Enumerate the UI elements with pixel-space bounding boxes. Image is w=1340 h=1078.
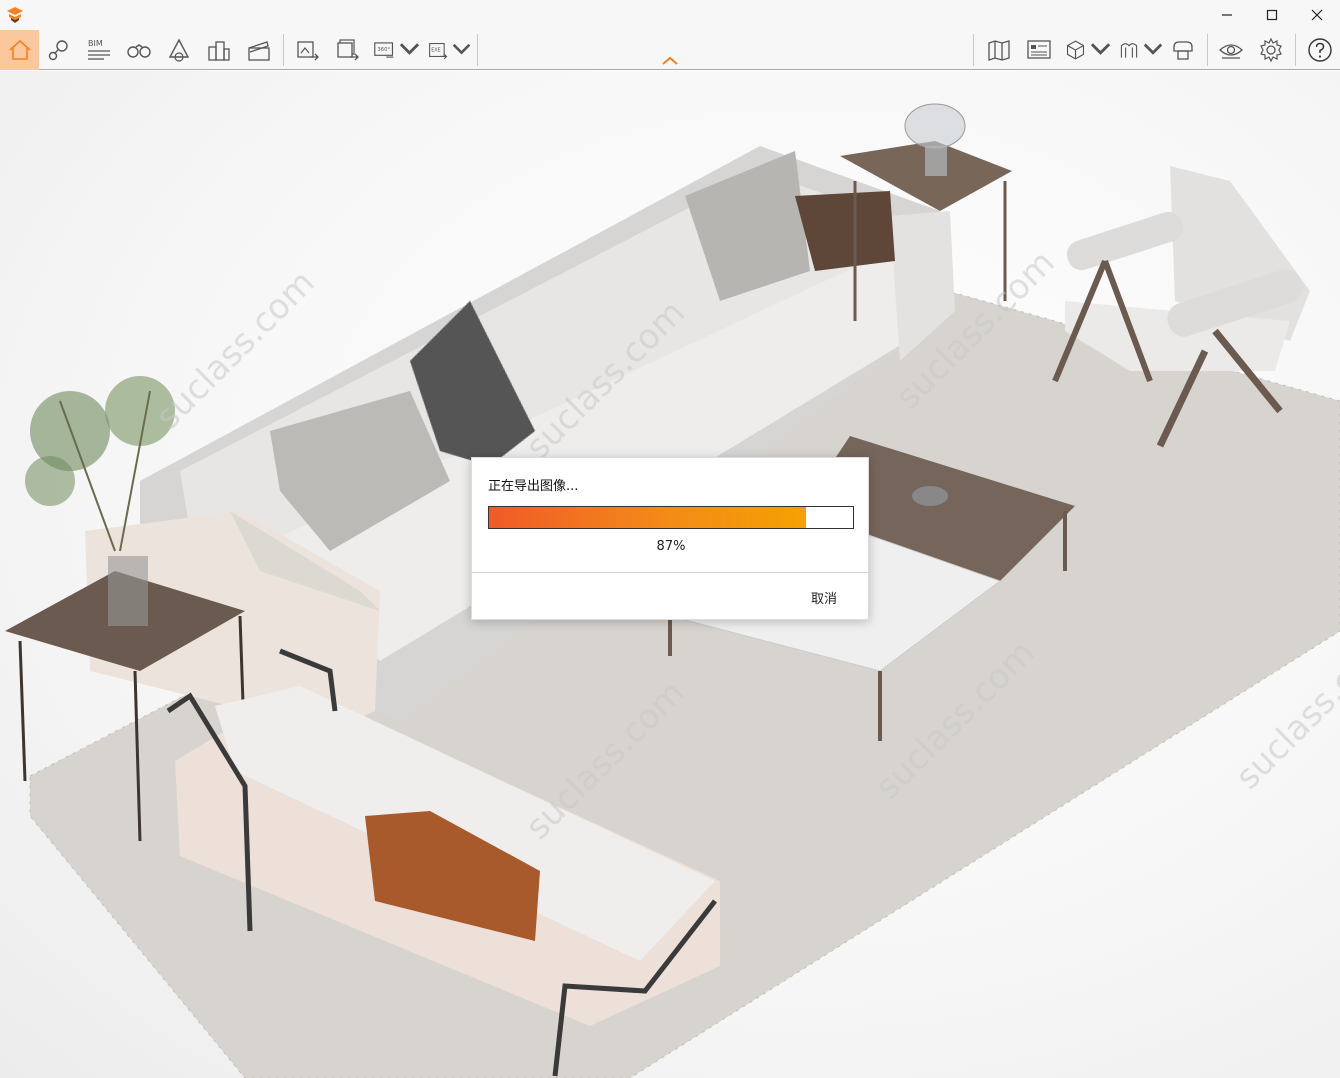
location-button[interactable] [44, 30, 74, 70]
settings-button[interactable] [1256, 30, 1286, 70]
collapse-toolbar-button[interactable] [660, 54, 680, 68]
eye-icon [1219, 44, 1243, 59]
export-progress-bar [488, 506, 854, 529]
toolbar-separator [1207, 34, 1208, 66]
app-logo-icon [7, 7, 23, 23]
close-button[interactable] [1294, 0, 1340, 30]
close-icon [1311, 9, 1323, 21]
gate-button[interactable] [1118, 30, 1164, 70]
binoculars-icon [127, 44, 151, 58]
dialog-divider [472, 572, 868, 573]
map-icon [988, 40, 1010, 61]
export-360-icon: 360° [374, 42, 394, 58]
title-bar [0, 0, 1340, 30]
scene-effect-icon [168, 38, 190, 62]
export-exe-label: EXE [431, 48, 440, 54]
export-360-label: 360° [377, 47, 390, 53]
export-image-button[interactable] [293, 30, 323, 70]
home-icon [8, 39, 31, 60]
binoculars-button[interactable] [124, 30, 154, 70]
gate-icon [1120, 43, 1138, 58]
buildings-button[interactable] [204, 30, 234, 70]
chevron-down-icon [399, 43, 420, 55]
batch-export-button[interactable] [333, 30, 363, 70]
model-button[interactable] [1064, 30, 1112, 70]
buildings-icon [208, 41, 230, 61]
maximize-button[interactable] [1249, 0, 1295, 30]
toolbar-separator [1295, 34, 1296, 66]
chevron-down-icon [1143, 43, 1163, 55]
export-image-icon [297, 41, 319, 61]
visibility-button[interactable] [1216, 30, 1246, 70]
minimize-button[interactable] [1204, 0, 1250, 30]
export-progress-dialog: 正在导出图像... 87% 取消 [471, 457, 869, 620]
cancel-button[interactable]: 取消 [794, 584, 854, 610]
progress-percent: 87% [656, 539, 686, 554]
progress-fill [489, 507, 806, 528]
help-icon [1308, 38, 1332, 62]
export-exe-button[interactable]: EXE [428, 30, 472, 70]
home-button[interactable] [0, 30, 39, 70]
animation-button[interactable] [244, 30, 274, 70]
minimize-icon [1222, 14, 1232, 16]
dashboard-button[interactable] [1024, 30, 1054, 70]
batch-export-icon [337, 39, 359, 61]
scene-effect-button[interactable] [164, 30, 194, 70]
cloud-render-button[interactable] [1168, 30, 1198, 70]
toolbar-separator [973, 34, 974, 66]
cloud-render-icon [1173, 41, 1193, 60]
maximize-icon [1266, 9, 1278, 21]
bim-icon: BIM [88, 39, 110, 60]
toolbar-separator [477, 34, 478, 66]
chevron-down-icon [1090, 43, 1111, 55]
toolbar-separator [283, 34, 284, 66]
help-button[interactable] [1305, 30, 1335, 70]
cube-icon [1066, 40, 1085, 60]
location-icon [48, 40, 68, 61]
export-360-button[interactable]: 360° [373, 30, 421, 70]
map-button[interactable] [984, 30, 1014, 70]
clapboard-icon [248, 41, 270, 61]
bim-button[interactable]: BIM [84, 30, 114, 70]
export-exe-icon: EXE [429, 43, 448, 60]
settings-icon [1260, 37, 1282, 63]
dashboard-icon [1027, 40, 1051, 59]
bim-label: BIM [88, 39, 103, 48]
chevron-down-icon [452, 43, 471, 55]
dialog-title: 正在导出图像... [488, 479, 579, 494]
